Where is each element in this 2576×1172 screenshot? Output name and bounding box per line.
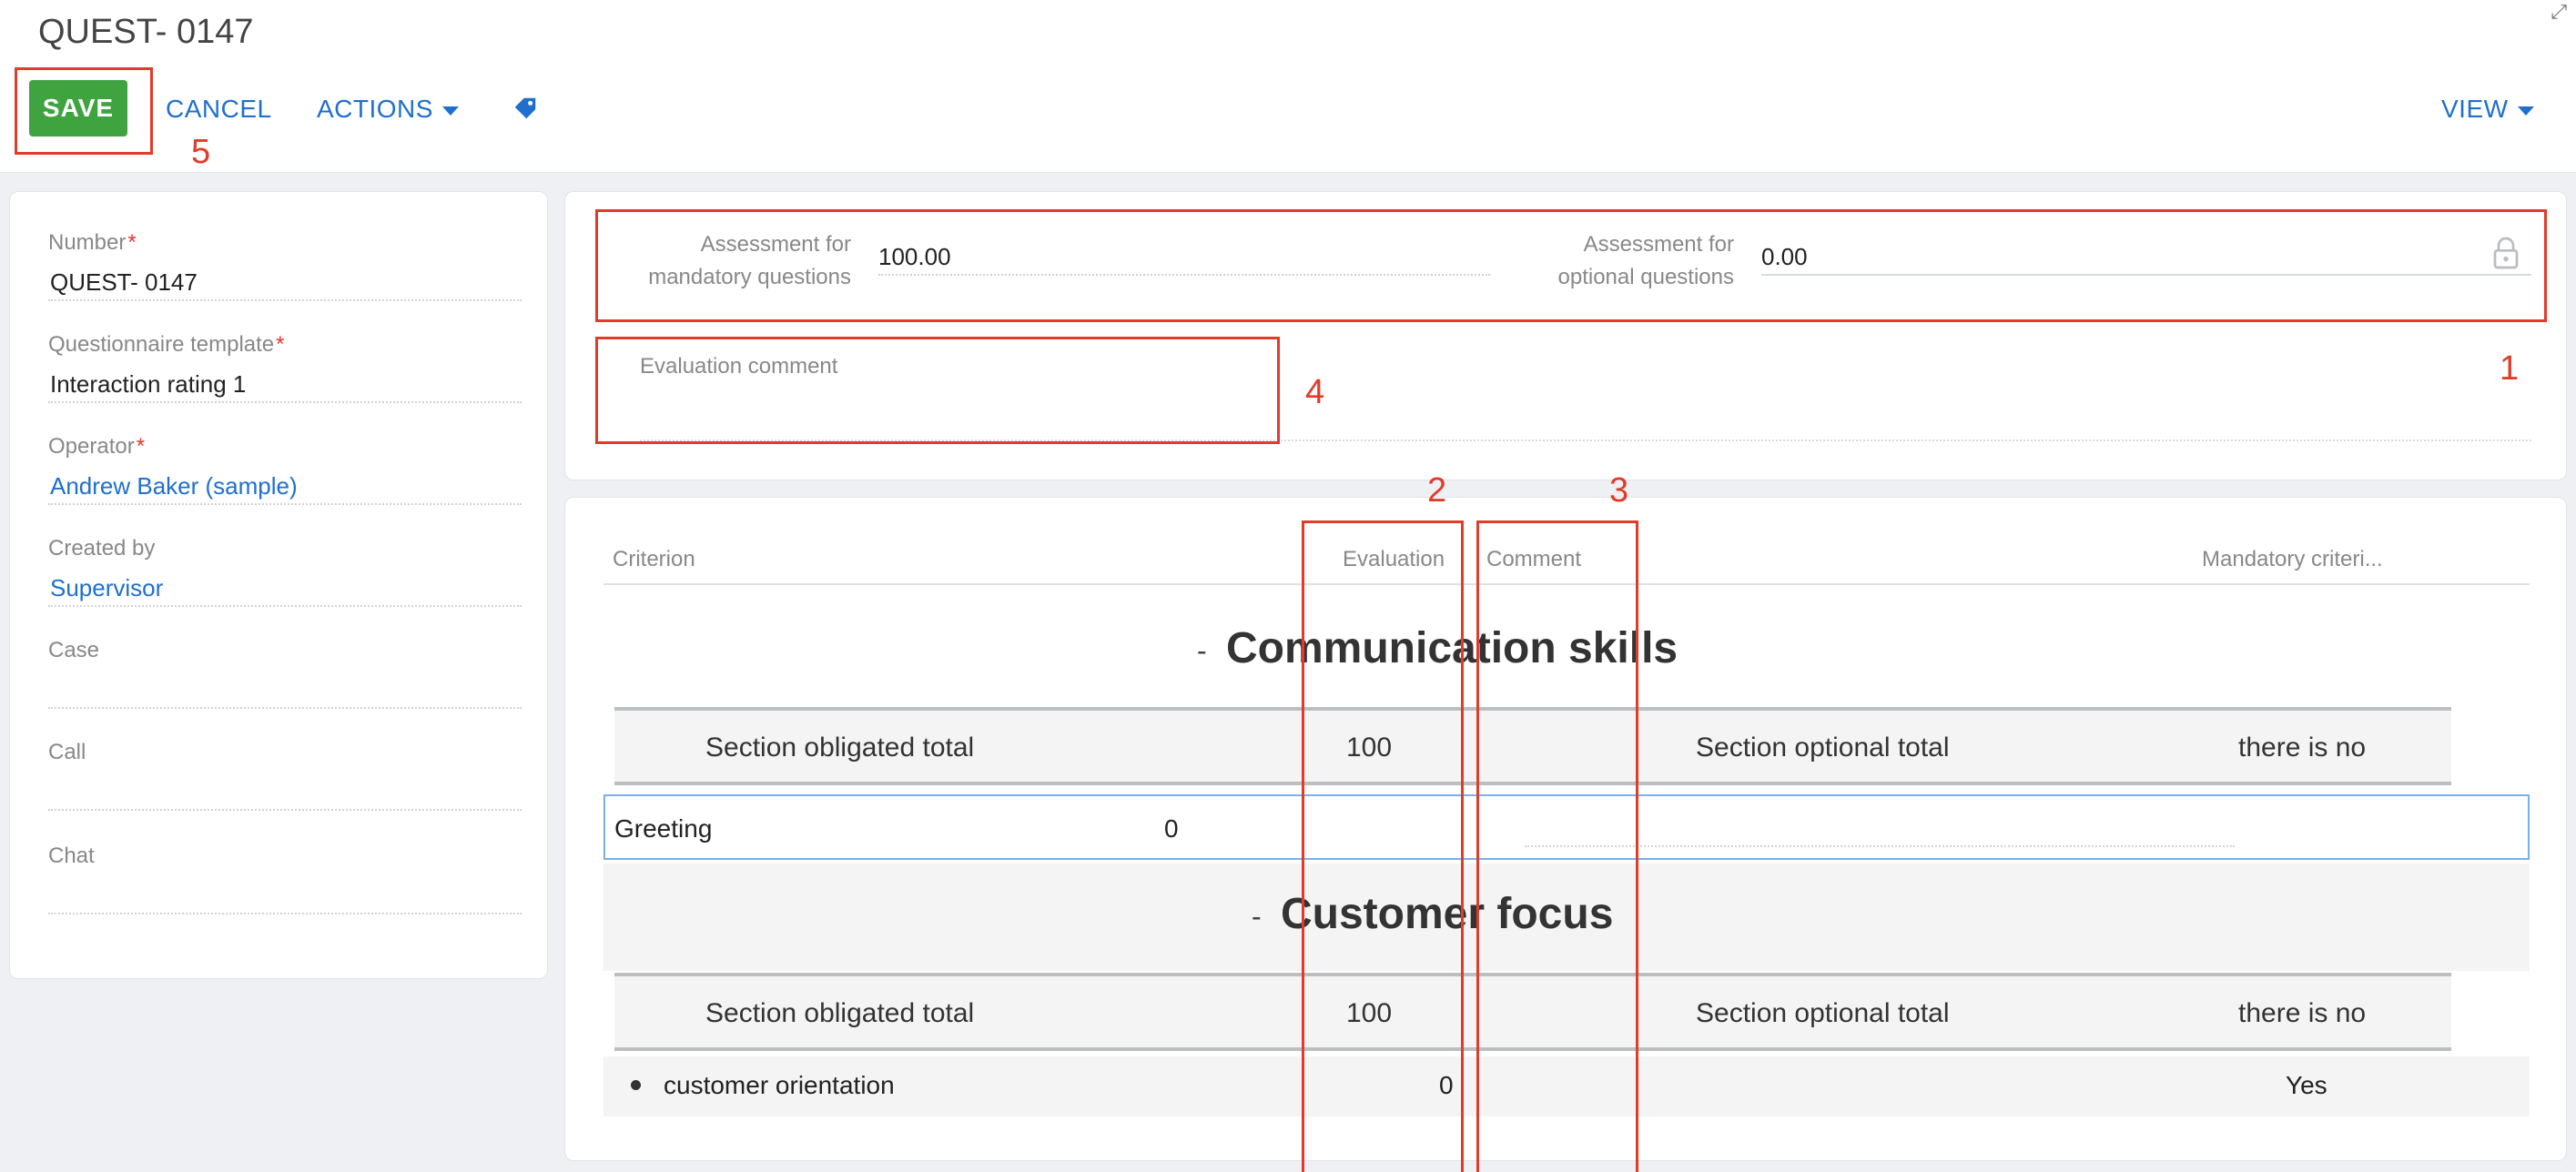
number-value[interactable]: QUEST- 0147 [48,268,522,301]
column-header-evaluation[interactable]: Evaluation [1343,547,1445,572]
table-row-customer-orientation[interactable]: customer orientation 0 Yes [603,1056,2530,1116]
required-mark: * [136,434,146,459]
created-by-label: Created by [48,536,156,561]
assessment-panel: Assessment for mandatory questions 100.0… [564,191,2567,480]
section-optional-label: Section optional total [1696,732,1950,763]
page-title: QUEST- 0147 [38,13,254,51]
operator-label: Operator [48,434,135,459]
chat-label: Chat [48,844,95,868]
required-mark: * [276,332,285,357]
questionnaire-template-value[interactable]: Interaction rating 1 [48,370,522,403]
lock-icon [2493,237,2519,269]
chevron-down-icon [2517,106,2534,116]
comment-input[interactable] [1525,845,2235,847]
collapse-toggle-customer-focus[interactable]: - [1252,900,1262,934]
collapse-toggle-communication[interactable]: - [1197,634,1207,668]
number-label: Number [48,230,127,255]
section-obligated-label: Section obligated total [705,732,975,763]
evaluation-comment-input[interactable] [640,440,2531,441]
view-label: VIEW [2441,95,2509,123]
annotation-number-5: 5 [191,133,211,171]
evaluation-comment-label: Evaluation comment [640,354,838,379]
chat-field[interactable]: Chat [48,844,522,914]
section-title-communication-skills: Communication skills [1226,624,1678,672]
bullet-icon [631,1080,641,1090]
questionnaire-template-field[interactable]: Questionnaire template* Interaction rati… [48,332,522,403]
annotation-number-3: 3 [1609,471,1629,510]
case-label: Case [48,638,100,662]
call-label: Call [48,740,86,764]
section-optional-label: Section optional total [1696,998,1950,1028]
column-header-mandatory[interactable]: Mandatory criteri... [2202,547,2383,572]
column-header-criterion[interactable]: Criterion [613,547,695,572]
criteria-table: Criterion Evaluation Comment Mandatory c… [564,497,2567,1161]
operator-link[interactable]: Andrew Baker (sample) [48,472,522,505]
operator-field[interactable]: Operator* Andrew Baker (sample) [48,434,522,505]
table-row-greeting[interactable]: Greeting 0 [603,794,2530,860]
case-field[interactable]: Case [48,638,522,709]
top-toolbar: QUEST- 0147 ⤢ SAVE CANCEL ACTIONS VIEW [0,0,2576,173]
evaluation-value: 0 [1439,1071,1454,1099]
annotation-number-1: 1 [2500,349,2520,388]
mandatory-assessment-label: Assessment for mandatory questions [648,232,851,289]
section-obligated-value: 100 [1346,732,1393,763]
annotation-number-4: 4 [1305,373,1325,411]
chat-value[interactable] [48,882,522,914]
required-mark: * [127,230,137,255]
criterion-name: customer orientation [664,1071,895,1099]
questionnaire-template-label: Questionnaire template [48,332,275,357]
evaluation-input[interactable]: 0 [1164,814,1179,844]
section-totals-communication: Section obligated total 100 Section opti… [614,707,2451,785]
section-optional-value: there is no [2238,732,2367,763]
section-totals-customer-focus: Section obligated total 100 Section opti… [614,973,2451,1051]
section-obligated-value: 100 [1346,998,1393,1028]
expand-icon[interactable]: ⤢ [2551,0,2567,24]
call-field[interactable]: Call [48,740,522,811]
optional-assessment-label: Assessment for optional questions [1557,232,1734,289]
header-divider [603,583,2530,585]
created-by-field[interactable]: Created by Supervisor [48,536,522,607]
created-by-link[interactable]: Supervisor [48,574,522,607]
section-optional-value: there is no [2238,998,2367,1028]
tag-icon[interactable] [512,95,539,122]
case-value[interactable] [48,676,522,709]
call-value[interactable] [48,778,522,811]
mandatory-assessment-value[interactable]: 100.00 [878,239,1490,276]
criterion-name: Greeting [614,814,713,843]
optional-assessment-value: 0.00 [1761,239,2531,276]
save-button[interactable]: SAVE [29,80,127,136]
column-header-comment[interactable]: Comment [1486,547,1581,572]
cancel-button[interactable]: CANCEL [166,95,272,124]
section-title-customer-focus: Customer focus [1281,890,1614,938]
annotation-number-2: 2 [1427,471,1447,510]
view-menu-button[interactable]: VIEW [2441,95,2534,124]
actions-menu-button[interactable]: ACTIONS [317,95,459,124]
chevron-down-icon [441,106,459,116]
actions-label: ACTIONS [317,95,433,123]
record-info-panel: Number* QUEST- 0147 Questionnaire templa… [9,191,548,979]
section-obligated-label: Section obligated total [705,998,975,1028]
number-field[interactable]: Number* QUEST- 0147 [48,230,522,301]
mandatory-value: Yes [2286,1071,2328,1099]
